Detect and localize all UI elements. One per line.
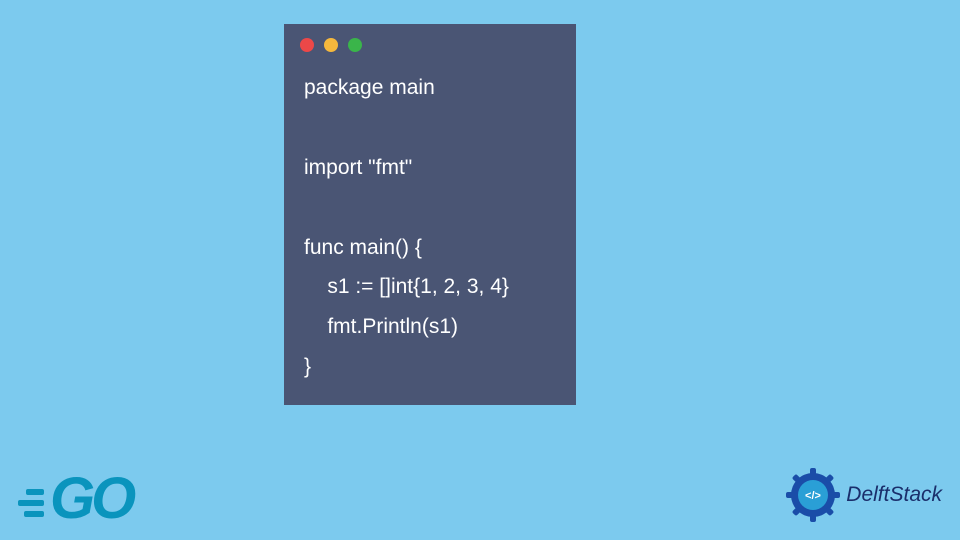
delftstack-logo: </> DelftStack [786,468,942,522]
delftstack-text: DelftStack [846,483,942,507]
go-logo: GO [12,465,132,532]
maximize-icon [348,38,362,52]
code-brackets-icon: </> [805,490,821,502]
close-icon [300,38,314,52]
go-logo-text: GO [50,465,132,532]
code-block: package main import "fmt" func main() { … [284,62,576,387]
delftstack-badge-icon: </> [786,468,840,522]
code-window: package main import "fmt" func main() { … [284,24,576,405]
window-traffic-lights [284,24,576,62]
minimize-icon [324,38,338,52]
go-speed-lines-icon [12,489,44,517]
